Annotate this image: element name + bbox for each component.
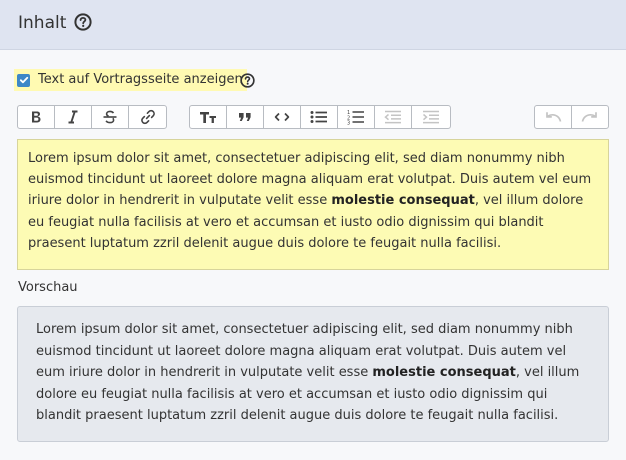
quote-icon bbox=[238, 111, 252, 123]
content-editor[interactable]: Lorem ipsum dolor sit amet, consectetuer… bbox=[17, 139, 609, 270]
question-circle-icon[interactable] bbox=[240, 73, 255, 88]
indent-button[interactable] bbox=[412, 106, 449, 128]
block-toolbar-group: 123 bbox=[189, 105, 451, 129]
section-title: Inhalt bbox=[18, 13, 67, 33]
show-text-label[interactable]: Text auf Vortragsseite anzeigen bbox=[38, 69, 243, 91]
code-icon bbox=[274, 111, 290, 123]
preview-bold-text: molestie consequat bbox=[372, 365, 516, 380]
preview-box: Lorem ipsum dolor sit amet, consectetuer… bbox=[17, 306, 609, 442]
redo-icon bbox=[581, 111, 599, 123]
show-text-checkbox[interactable] bbox=[17, 73, 30, 87]
heading-icon bbox=[199, 110, 217, 124]
italic-button[interactable] bbox=[55, 106, 92, 128]
bold-icon bbox=[29, 110, 43, 124]
numbered-list-button[interactable]: 123 bbox=[338, 106, 375, 128]
format-toolbar-group bbox=[17, 105, 167, 129]
preview-label: Vorschau bbox=[18, 280, 78, 295]
bold-button[interactable] bbox=[18, 106, 55, 128]
italic-icon bbox=[66, 110, 80, 124]
heading-button[interactable] bbox=[190, 106, 227, 128]
code-button[interactable] bbox=[264, 106, 301, 128]
quote-button[interactable] bbox=[227, 106, 264, 128]
indent-icon bbox=[422, 110, 440, 124]
svg-text:3: 3 bbox=[347, 121, 350, 126]
question-circle-icon[interactable] bbox=[74, 13, 92, 31]
bullet-list-button[interactable] bbox=[301, 106, 338, 128]
strikethrough-button[interactable] bbox=[92, 106, 129, 128]
bullet-list-icon bbox=[310, 110, 328, 124]
show-text-checkbox-row[interactable]: Text auf Vortragsseite anzeigen bbox=[14, 69, 247, 91]
link-icon bbox=[140, 109, 156, 125]
section-header: Inhalt bbox=[0, 0, 626, 50]
outdent-button[interactable] bbox=[375, 106, 412, 128]
link-button[interactable] bbox=[129, 106, 166, 128]
redo-button[interactable] bbox=[572, 106, 609, 128]
outdent-icon bbox=[384, 110, 402, 124]
editor-bold-text: molestie consequat bbox=[331, 193, 475, 209]
numbered-list-icon: 123 bbox=[347, 109, 365, 125]
undo-icon bbox=[544, 111, 562, 123]
strikethrough-icon bbox=[102, 110, 118, 124]
undo-button[interactable] bbox=[535, 106, 572, 128]
history-toolbar-group bbox=[534, 105, 609, 129]
